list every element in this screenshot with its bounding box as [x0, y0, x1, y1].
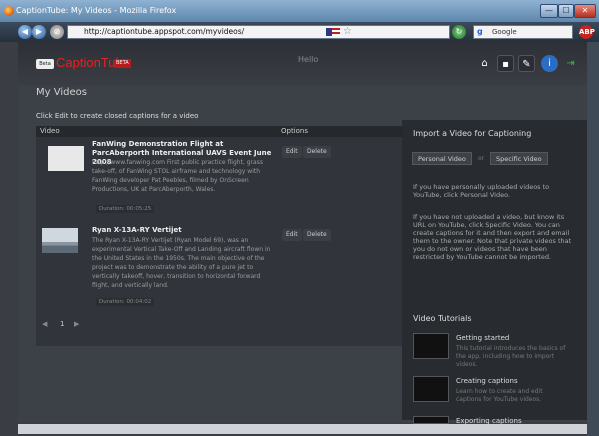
sign-out-icon[interactable]: ⇥	[562, 55, 579, 72]
home-icon[interactable]: ⌂	[476, 55, 493, 72]
page-title: My Videos	[36, 87, 87, 98]
horizontal-scrollbar[interactable]	[18, 424, 587, 434]
tutorials-title: Video Tutorials	[413, 314, 472, 323]
minimize-button[interactable]: —	[540, 4, 558, 18]
video-duration: Duration: 00:04:02	[96, 298, 155, 306]
tutorial-description: Learn how to create and edit captions fo…	[456, 388, 543, 403]
greeting: Hello	[298, 55, 319, 64]
tutorial-thumbnail[interactable]	[413, 333, 449, 359]
star-icon[interactable]: ☆	[343, 26, 352, 38]
google-icon: g	[477, 27, 483, 36]
pager: ◀ 1 ▶	[36, 320, 402, 332]
import-title: Import a Video for Captioning	[413, 129, 532, 138]
maximize-button[interactable]: ☐	[558, 4, 574, 18]
personal-video-button[interactable]: Personal Video	[412, 152, 472, 165]
column-options: Options	[281, 127, 309, 135]
video-list-header	[36, 126, 402, 137]
beta-badge: BETA	[114, 59, 131, 68]
window-title: CaptionTube: My Videos - Mozilla Firefox	[16, 6, 177, 15]
tutorial-description: This tutorial introduces the basics of t…	[456, 345, 566, 368]
video-description: http://www.fanwing.com First public prac…	[92, 159, 263, 193]
prev-page-icon[interactable]: ◀	[42, 320, 47, 328]
url-text: http://captiontube.appspot.com/myvideos/	[84, 27, 245, 36]
tutorial-thumbnail[interactable]	[413, 376, 449, 402]
back-icon[interactable]: ◀	[18, 25, 32, 39]
import-help-specific: If you have not uploaded a video, but kn…	[413, 213, 572, 261]
close-button[interactable]: ✕	[574, 4, 596, 18]
specific-video-button[interactable]: Specific Video	[490, 152, 548, 165]
edit-button[interactable]: Edit	[282, 229, 302, 241]
video-thumbnail[interactable]	[42, 228, 78, 253]
edit-icon[interactable]: ✎	[518, 55, 535, 72]
video-description: The Ryan X-13A-RY Vertijet (Ryan Model 6…	[92, 237, 271, 289]
search-placeholder: Google	[492, 28, 517, 36]
stop-icon[interactable]: ⊘	[50, 25, 64, 39]
video-thumbnail[interactable]	[48, 146, 84, 171]
url-bar[interactable]: http://captiontube.appspot.com/myvideos/	[67, 25, 450, 39]
tutorial-title[interactable]: Creating captions	[456, 377, 518, 385]
video-duration: Duration: 00:05:25	[96, 205, 155, 213]
window-titlebar: CaptionTube: My Videos - Mozilla Firefox	[0, 0, 599, 22]
upload-icon[interactable]: ▪	[497, 55, 514, 72]
vertical-scrollbar[interactable]	[587, 42, 599, 436]
import-help-personal: If you have personally uploaded videos t…	[413, 183, 550, 199]
info-icon[interactable]: i	[541, 55, 558, 72]
column-video: Video	[40, 127, 60, 135]
flag-icon	[326, 28, 340, 36]
delete-button[interactable]: Delete	[303, 146, 331, 158]
edit-button[interactable]: Edit	[282, 146, 302, 158]
delete-button[interactable]: Delete	[303, 229, 331, 241]
tutorial-thumbnail[interactable]	[413, 416, 449, 424]
next-page-icon[interactable]: ▶	[74, 320, 79, 328]
video-title[interactable]: Ryan X-13A-RY Vertijet	[92, 226, 272, 235]
firefox-icon	[4, 6, 14, 16]
page-number[interactable]: 1	[60, 320, 64, 328]
forward-icon[interactable]: ▶	[32, 25, 46, 39]
intro-text: Click Edit to create closed captions for…	[36, 112, 199, 120]
reload-icon[interactable]: ↻	[452, 25, 466, 39]
adblock-icon[interactable]: ABP	[579, 25, 595, 39]
tutorial-title[interactable]: Getting started	[456, 334, 509, 342]
or-label: or	[478, 155, 485, 162]
logo-badge: Beta	[36, 59, 54, 69]
